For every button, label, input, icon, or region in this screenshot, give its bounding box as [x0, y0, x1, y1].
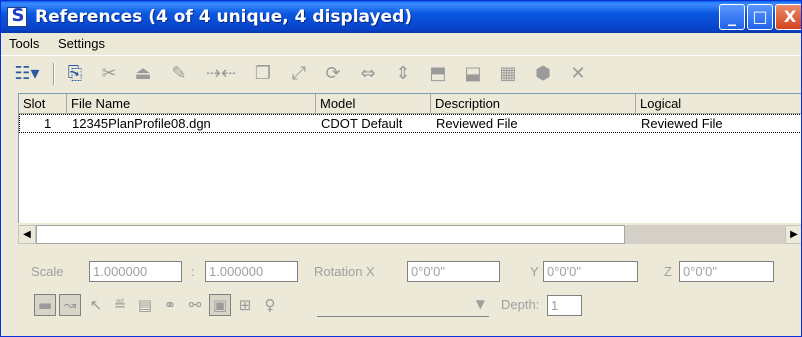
snap-toggle-icon[interactable]: ↝ [59, 294, 81, 316]
menu-settings[interactable]: Settings [58, 36, 105, 51]
references-table: Slot File Name Model Description Logical… [18, 93, 801, 223]
rotation-z-label: Z [664, 264, 672, 279]
level-display-icon[interactable]: ≝ [109, 294, 131, 316]
scroll-track[interactable] [625, 225, 785, 244]
display-toggle-icon[interactable]: ▬ [34, 294, 56, 316]
true-scale-icon[interactable]: ▣ [209, 294, 231, 316]
scale-separator: : [191, 264, 195, 279]
clip-mask-icon[interactable]: ⬓ [461, 61, 485, 85]
cell-file-name: 12345PlanProfile08.dgn [72, 116, 211, 131]
maximize-button[interactable]: □ [747, 4, 773, 30]
references-window: S References (4 of 4 unique, 4 displayed… [0, 0, 802, 337]
column-description[interactable]: Description [431, 94, 636, 113]
display-list-icon[interactable]: ☷▾ [7, 61, 47, 85]
level-select[interactable]: ▼ [317, 295, 489, 317]
maximize-icon: □ [752, 7, 768, 26]
column-slot[interactable]: Slot [19, 94, 67, 113]
scale-label: Scale [31, 264, 64, 279]
column-model[interactable]: Model [316, 94, 431, 113]
depth-field[interactable]: 1 [547, 295, 582, 316]
scroll-right-icon[interactable]: ▶ [785, 225, 801, 244]
minimize-button[interactable]: _ [719, 4, 745, 30]
depth-label: Depth: [501, 297, 540, 312]
cell-logical: Reviewed File [641, 116, 723, 131]
column-logical[interactable]: Logical [636, 94, 801, 113]
reload-icon[interactable]: ⏏ [131, 61, 155, 85]
window-title: References (4 of 4 unique, 4 displayed) [35, 7, 413, 27]
microstation-app-icon: S [7, 5, 27, 27]
tools-icon[interactable]: ✕ [566, 61, 590, 85]
minimize-icon: _ [728, 7, 736, 26]
menu-tools[interactable]: Tools [9, 36, 39, 51]
scale-icon[interactable]: ⤢ [287, 61, 311, 85]
scroll-left-icon[interactable]: ◀ [18, 225, 36, 244]
link-icon[interactable]: ⚭ [159, 294, 181, 316]
chevron-down-icon[interactable]: ▼ [476, 297, 485, 311]
locate-toggle-icon[interactable]: ↖ [85, 294, 107, 316]
cell-model: CDOT Default [321, 116, 403, 131]
move-icon[interactable]: ⇢⇠ [201, 61, 241, 85]
table-row[interactable]: 1 12345PlanProfile08.dgn CDOT Default Re… [19, 114, 801, 133]
clip-boundary-icon[interactable]: ⬒ [426, 61, 450, 85]
rotate-icon[interactable]: ⟳ [321, 61, 345, 85]
mirror-horizontal-icon[interactable]: ⇔ [356, 61, 380, 85]
rotation-y-label: Y [530, 264, 539, 279]
nested-icon[interactable]: ⊞ [234, 294, 256, 316]
scale-reference-field[interactable]: 1.000000 [205, 261, 298, 282]
unlink-icon[interactable]: ⚯ [184, 294, 206, 316]
detach-icon[interactable]: ✂ [97, 61, 121, 85]
copy-icon[interactable]: ❐ [251, 61, 275, 85]
column-file-name[interactable]: File Name [67, 94, 316, 113]
table-header: Slot File Name Model Description Logical [19, 94, 801, 114]
reference-settings-icon[interactable]: ⬢ [531, 61, 555, 85]
horizontal-scrollbar[interactable]: ◀ ▶ [18, 225, 801, 244]
close-icon: X [783, 7, 797, 26]
exchange-icon[interactable]: ✎ [167, 61, 191, 85]
reference-toolbar: ☷▾ ⎘ ✂ ⏏ ✎ ⇢⇠ ❐ ⤢ ⟳ ⇔ ⇕ ⬒ ⬓ ▦ ⬢ ✕ [1, 57, 801, 89]
attach-icon[interactable]: ⎘ [63, 61, 87, 85]
rotation-y-field[interactable]: 0°0'0" [543, 261, 638, 282]
clip-delete-icon[interactable]: ▦ [496, 61, 520, 85]
raster-display-icon[interactable]: ▤ [134, 294, 156, 316]
scroll-thumb[interactable] [36, 225, 625, 244]
rotation-x-field[interactable]: 0°0'0" [407, 261, 500, 282]
cell-description: Reviewed File [436, 116, 518, 131]
title-bar[interactable]: S References (4 of 4 unique, 4 displayed… [1, 1, 801, 33]
cell-slot: 1 [44, 116, 52, 131]
rotation-z-field[interactable]: 0°0'0" [679, 261, 774, 282]
close-button[interactable]: X [775, 4, 801, 30]
scale-master-field[interactable]: 1.000000 [89, 261, 182, 282]
mirror-vertical-icon[interactable]: ⇕ [391, 61, 415, 85]
lightbulb-icon[interactable]: ♀ [259, 294, 281, 316]
toolbar-separator [53, 63, 55, 85]
menu-bar: Tools Settings [1, 33, 801, 56]
rotation-x-label: Rotation X [314, 264, 375, 279]
